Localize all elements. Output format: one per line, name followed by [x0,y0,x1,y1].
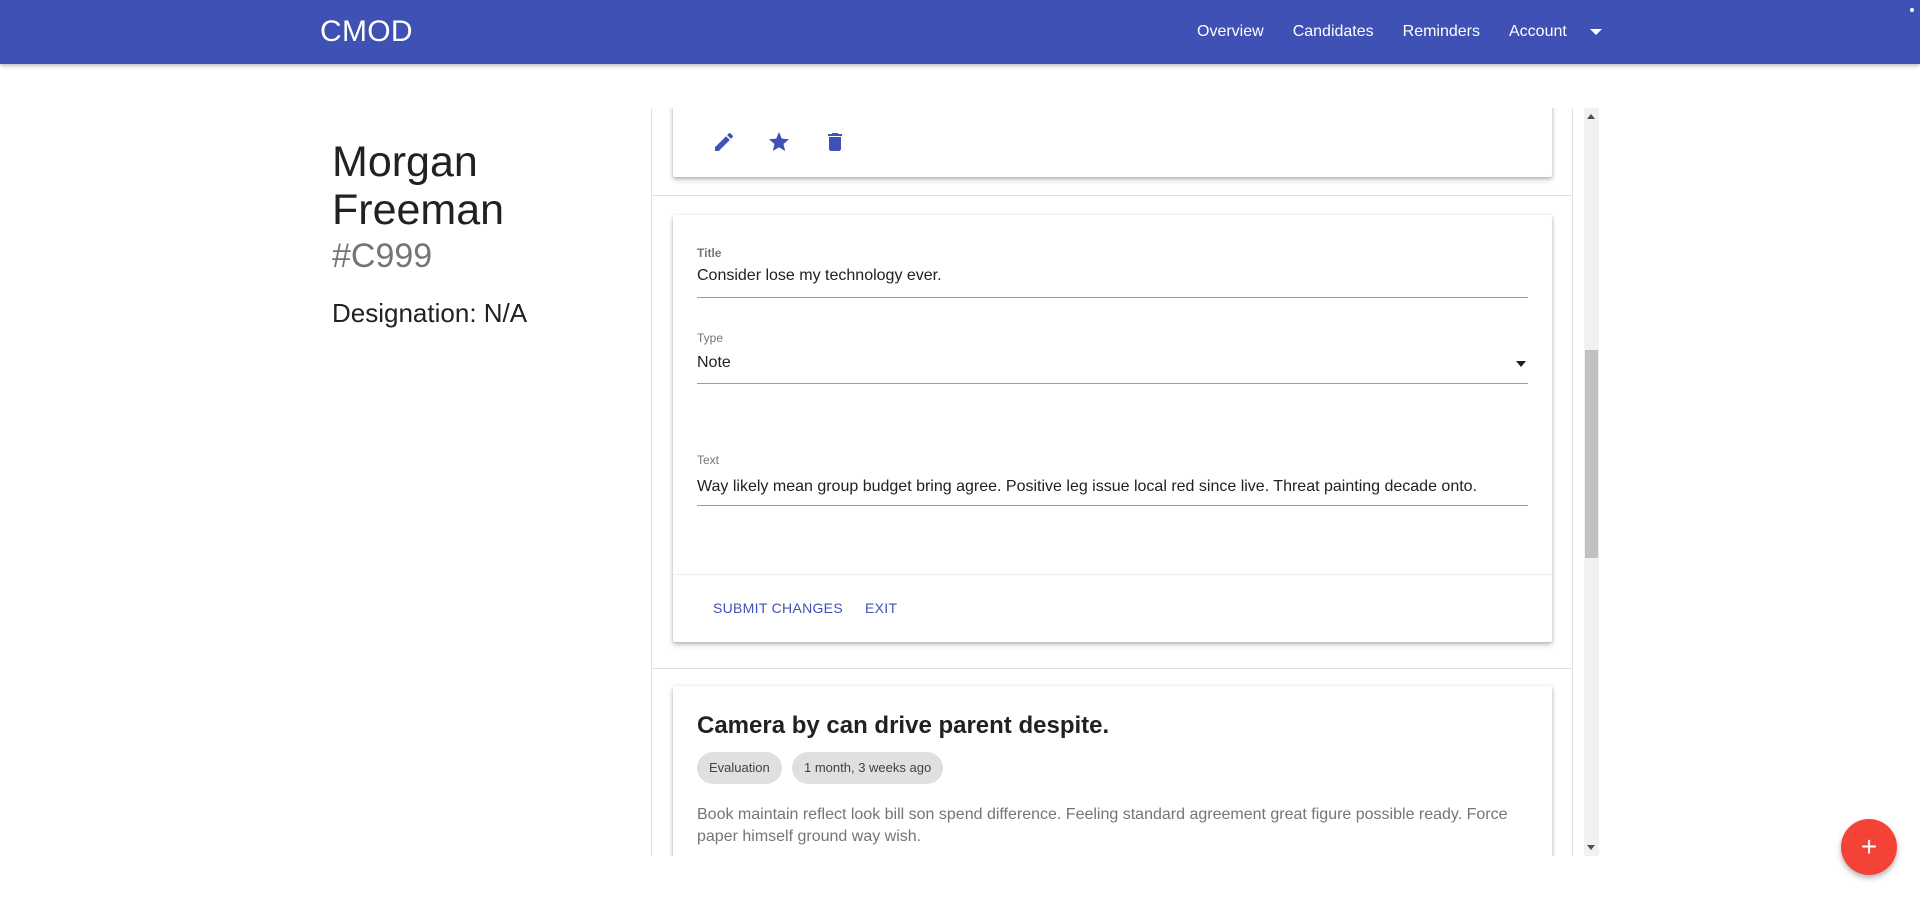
candidate-name: Morgan Freeman [332,138,505,234]
scroll-down-arrow-icon[interactable] [1587,845,1595,850]
type-select[interactable]: Note [697,354,731,372]
nav-reminders[interactable]: Reminders [1403,23,1480,41]
text-field-underline [697,505,1528,506]
scroll-up-arrow-icon[interactable] [1587,114,1595,119]
candidate-id: #C999 [332,237,433,275]
record-card[interactable]: Camera by can drive parent despite. Eval… [673,686,1552,856]
scrollbar-thumb[interactable] [1585,350,1598,558]
edit-icon[interactable] [712,130,736,154]
star-icon[interactable] [767,130,791,154]
record-body: Book maintain reflect look bill son spen… [697,806,1508,845]
records-panel: Title Consider lose my technology ever. … [651,108,1573,856]
panel-scrollbar[interactable] [1584,108,1599,856]
nav-candidates[interactable]: Candidates [1293,23,1374,41]
designation-value: N/A [483,298,528,328]
type-dropdown-icon[interactable] [1516,361,1526,367]
nav-account[interactable]: Account [1509,23,1567,41]
record-title: Camera by can drive parent despite. [697,712,1110,739]
record-type-chip: Evaluation [697,752,782,784]
card-actions-divider [673,574,1552,575]
window-corner-dot [1910,8,1914,12]
app-bar: CMOD Overview Candidates Reminders Accou… [0,0,1920,64]
list-divider [652,195,1572,196]
title-field-underline [697,297,1528,298]
title-field[interactable]: Consider lose my technology ever. [697,267,942,285]
brand-logo[interactable]: CMOD [320,14,413,50]
submit-changes-button[interactable]: SUBMIT CHANGES [713,600,843,616]
title-field-label: Title [697,246,722,260]
delete-icon[interactable] [823,130,847,154]
add-record-button[interactable]: + [1841,819,1897,875]
candidate-designation: Designation: N/A [332,296,527,330]
edit-note-card: Title Consider lose my technology ever. … [673,215,1552,642]
text-field-label: Text [697,453,720,467]
text-field[interactable]: Way likely mean group budget bring agree… [697,478,1477,496]
nav-overview[interactable]: Overview [1197,23,1264,41]
type-field-underline [697,383,1528,384]
designation-label: Designation: [332,298,477,328]
list-divider [652,668,1572,669]
top-nav: Overview Candidates Reminders Account [1197,0,1602,64]
record-time-chip: 1 month, 3 weeks ago [792,752,944,784]
record-card-top [673,108,1552,177]
account-dropdown-icon[interactable] [1589,29,1602,35]
exit-button[interactable]: EXIT [865,600,897,616]
type-field-label: Type [697,331,724,345]
